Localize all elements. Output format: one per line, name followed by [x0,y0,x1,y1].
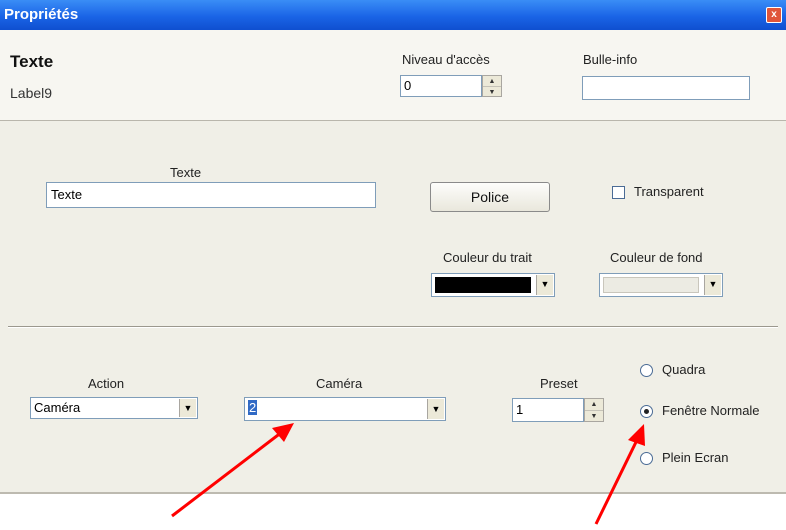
annotation-arrow-camera [171,423,294,518]
annotation-arrow-fenetre [594,424,645,525]
annotation-arrows [171,423,645,525]
